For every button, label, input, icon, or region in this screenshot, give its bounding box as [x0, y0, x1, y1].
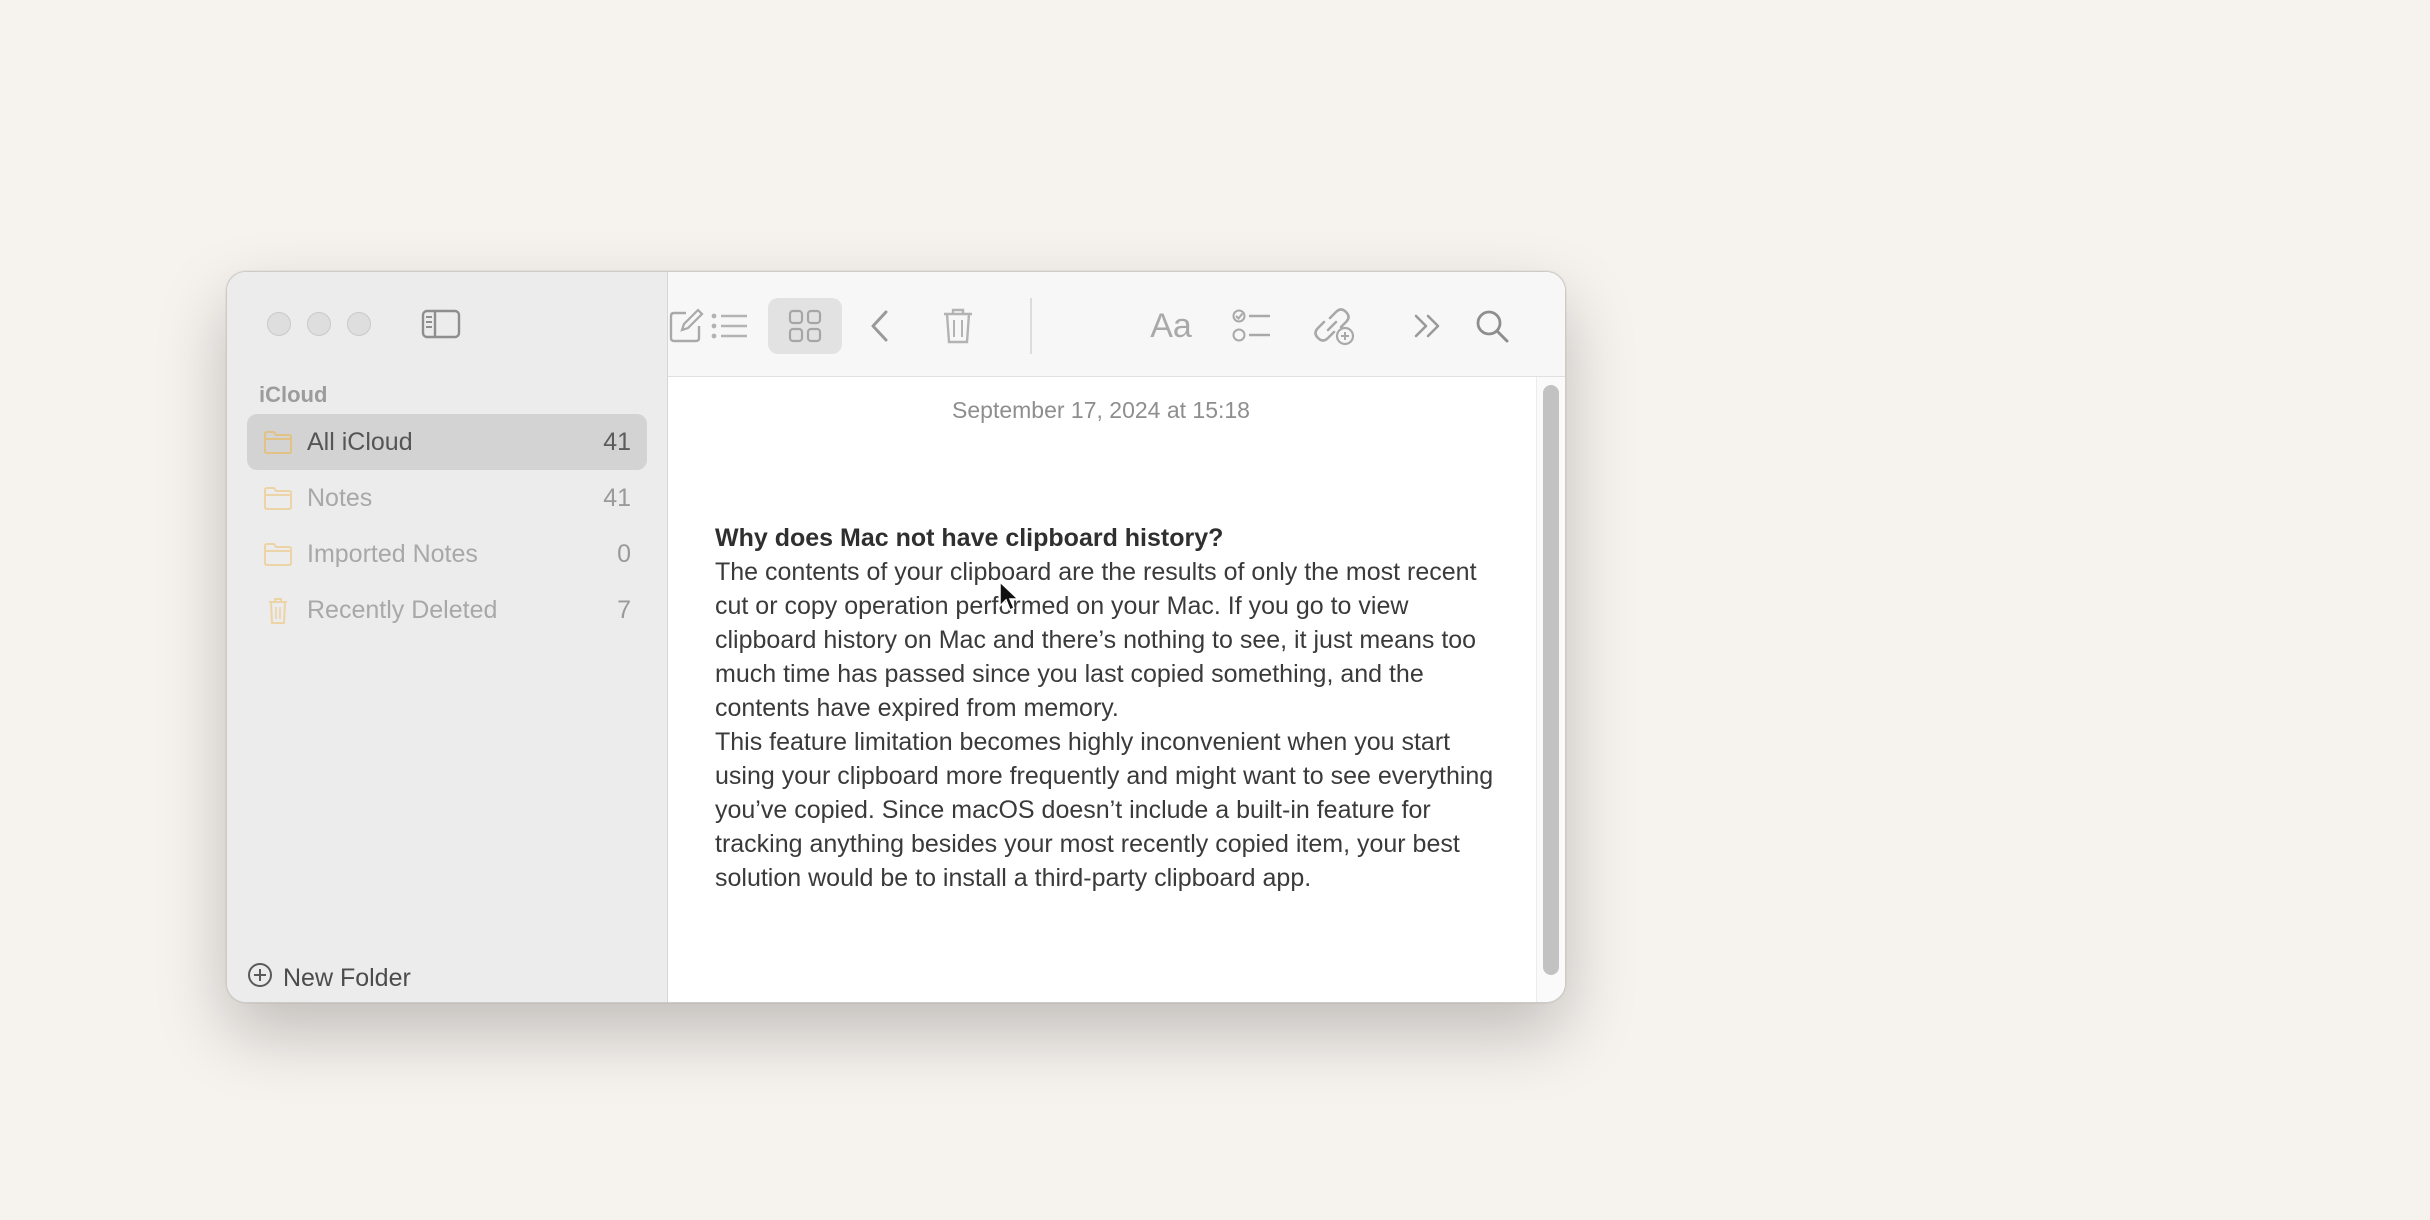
format-icon[interactable]: Aa — [1142, 298, 1200, 354]
sidebar: iCloud All iCloud 41 Notes 41 Imported N… — [227, 272, 668, 1002]
new-folder-label: New Folder — [283, 963, 411, 992]
back-icon[interactable] — [860, 298, 900, 354]
folder-icon — [263, 541, 293, 567]
minimize-window-button[interactable] — [307, 312, 331, 336]
compose-icon[interactable] — [668, 298, 704, 354]
folder-name: All iCloud — [307, 428, 413, 456]
notes-window: iCloud All iCloud 41 Notes 41 Imported N… — [226, 271, 1566, 1003]
folder-count: 41 — [603, 484, 631, 512]
folder-name: Imported Notes — [307, 540, 478, 568]
link-icon[interactable] — [1308, 298, 1362, 354]
folder-icon — [263, 485, 293, 511]
mouse-pointer-icon — [998, 580, 1020, 614]
note-paragraph: This feature limitation becomes highly i… — [715, 728, 1494, 892]
folder-count: 41 — [603, 428, 631, 456]
search-icon[interactable] — [1468, 298, 1516, 354]
folder-list: All iCloud 41 Notes 41 Imported Notes 0 — [247, 414, 647, 638]
more-icon[interactable] — [1404, 298, 1452, 354]
folder-name: Recently Deleted — [307, 596, 498, 624]
section-label-icloud: iCloud — [259, 382, 328, 407]
new-folder-button[interactable]: New Folder — [247, 960, 411, 996]
delete-icon[interactable] — [934, 298, 982, 354]
trash-icon — [263, 597, 293, 624]
toolbar: Aa — [668, 272, 1565, 377]
folder-name: Notes — [307, 484, 373, 512]
note-date: September 17, 2024 at 15:18 — [952, 397, 1250, 423]
plus-circle-icon — [247, 962, 273, 995]
close-window-button[interactable] — [267, 312, 291, 336]
folder-item-imported-notes[interactable]: Imported Notes 0 — [247, 526, 647, 582]
gallery-view-icon[interactable] — [768, 298, 842, 354]
sidebar-toggle-icon[interactable] — [421, 308, 461, 340]
scroll-track — [1536, 377, 1565, 1002]
folder-item-notes[interactable]: Notes 41 — [247, 470, 647, 526]
folder-count: 0 — [617, 540, 631, 568]
folder-item-all-icloud[interactable]: All iCloud 41 — [247, 414, 647, 470]
folder-count: 7 — [617, 596, 631, 624]
toolbar-separator — [1030, 298, 1032, 354]
list-view-icon[interactable] — [704, 298, 754, 354]
window-controls — [267, 312, 371, 336]
note-editor[interactable]: September 17, 2024 at 15:18 Why does Mac… — [668, 377, 1565, 1002]
zoom-window-button[interactable] — [347, 312, 371, 336]
checklist-icon[interactable] — [1228, 298, 1276, 354]
folder-item-recently-deleted[interactable]: Recently Deleted 7 — [247, 582, 647, 638]
scrollbar[interactable] — [1543, 385, 1559, 975]
note-paragraph: The contents of your clipboard are the r… — [715, 558, 1477, 722]
note-body[interactable]: Why does Mac not have clipboard history?… — [715, 521, 1495, 895]
note-title: Why does Mac not have clipboard history? — [715, 524, 1224, 552]
folder-icon — [263, 429, 293, 455]
